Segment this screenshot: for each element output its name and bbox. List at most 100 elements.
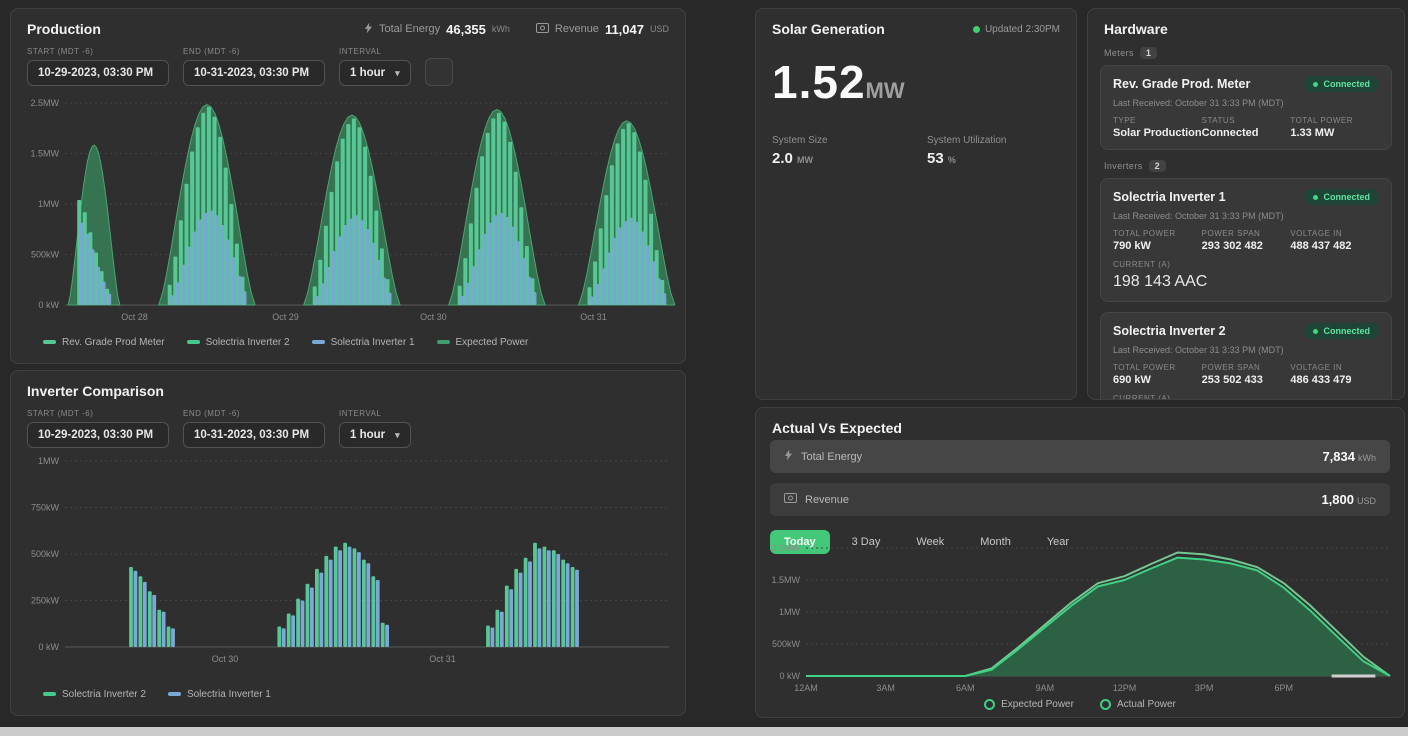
legend-item[interactable]: Rev. Grade Prod Meter [43, 337, 165, 348]
inverter-comparison-chart: 1MW750kW500kW250kW0 kWOct 30Oct 31 [17, 451, 679, 679]
inverter-comparison-legend: Solectria Inverter 2 Solectria Inverter 1 [27, 689, 287, 700]
svg-text:0 kW: 0 kW [38, 300, 59, 310]
legend-marker-icon [187, 340, 200, 344]
row-unit: USD [1357, 496, 1376, 506]
svg-text:500kW: 500kW [772, 639, 801, 649]
svg-text:6AM: 6AM [956, 683, 975, 693]
field-label: VOLTAGE IN [1290, 363, 1379, 372]
field-label: TOTAL POWER [1113, 229, 1202, 238]
field-value: 1.33 MW [1290, 127, 1379, 139]
meters-section-label: Meters 1 [1104, 47, 1388, 59]
interval-label: INTERVAL [339, 47, 411, 56]
summary-row: Revenue 1,800USD [770, 483, 1390, 516]
legend-marker-icon [168, 692, 181, 696]
field-value: Solar Production [1113, 127, 1202, 139]
start-datetime-input[interactable]: 10-29-2023, 03:30 PM [27, 422, 169, 448]
summary-row: Total Energy7,834kWh [770, 440, 1390, 473]
start-datetime-input[interactable]: 10-29-2023, 03:30 PM [27, 60, 169, 86]
svg-text:0 kW: 0 kW [38, 642, 59, 652]
interval-label: INTERVAL [339, 409, 411, 418]
interval-select[interactable]: 1 hour ▾ [339, 422, 411, 448]
system-size-stat: System Size 2.0 MW [772, 135, 927, 167]
field-label: POWER SPAN [1202, 229, 1291, 238]
svg-text:1MW: 1MW [38, 199, 60, 209]
svg-text:6PM: 6PM [1275, 683, 1294, 693]
legend-marker-icon [43, 340, 56, 344]
legend-marker-icon [312, 340, 325, 344]
inverter-comparison-title: Inverter Comparison [27, 383, 164, 399]
device-name: Solectria Inverter 2 [1113, 324, 1226, 338]
svg-text:250kW: 250kW [31, 596, 60, 606]
row-value: 7,834 [1322, 449, 1355, 464]
legend-item[interactable]: Solectria Inverter 2 [187, 337, 290, 348]
field-label: TYPE [1113, 116, 1202, 125]
legend-item[interactable]: Solectria Inverter 2 [43, 689, 146, 700]
solar-generation-title: Solar Generation [772, 21, 885, 37]
metric-unit: USD [650, 24, 669, 34]
status-dot-icon [1313, 329, 1318, 334]
header-metric: Revenue11,047USD [536, 22, 669, 37]
chevron-down-icon: ▾ [395, 68, 400, 79]
metric-unit: kWh [492, 24, 510, 34]
production-header-metrics: Total Energy 46,355 kWh Revenue11,047USD [364, 22, 669, 37]
svg-text:3AM: 3AM [876, 683, 895, 693]
revenue-icon [784, 493, 797, 506]
metric-value: 46,355 [446, 22, 486, 37]
inverter-card[interactable]: Solectria Inverter 2ConnectedLast Receiv… [1100, 312, 1392, 400]
current-generation-unit: MW [866, 78, 905, 103]
end-label: END (MDT -6) [183, 409, 325, 418]
end-datetime-input[interactable]: 10-31-2023, 03:30 PM [183, 60, 325, 86]
legend-item[interactable]: Solectria Inverter 1 [312, 337, 415, 348]
status-badge: Connected [1304, 76, 1379, 92]
current-generation-value: 1.52 [772, 56, 866, 108]
field-label: CURRENT (A) [1113, 260, 1379, 269]
field-value: 488 437 482 [1290, 240, 1379, 252]
svg-text:Oct 29: Oct 29 [272, 312, 299, 322]
inverters-section-label: Inverters 2 [1104, 160, 1388, 172]
inverter-card[interactable]: Solectria Inverter 1ConnectedLast Receiv… [1100, 178, 1392, 302]
legend-item[interactable]: Expected Power [984, 699, 1074, 710]
status-dot-icon [1313, 82, 1318, 87]
last-received: Last Received: October 31 3:33 PM (MDT) [1113, 98, 1379, 108]
production-panel: Production Total Energy 46,355 kWh Revenue1… [10, 8, 686, 364]
actual-vs-expected-legend: Expected Power Actual Power [756, 699, 1404, 710]
row-label: Total Energy [801, 451, 862, 463]
bolt-icon [364, 22, 373, 37]
device-name: Rev. Grade Prod. Meter [1113, 77, 1250, 91]
legend-ring-icon [1100, 699, 1111, 710]
production-chart: 2.5MW1.5MW1MW500kW0 kWOct 28Oct 29Oct 30… [17, 95, 679, 331]
field-value: 253 502 433 [1202, 374, 1291, 386]
svg-text:1.5MW: 1.5MW [30, 149, 59, 159]
svg-text:Oct 31: Oct 31 [580, 312, 607, 322]
svg-text:500kW: 500kW [31, 549, 60, 559]
meter-card[interactable]: Rev. Grade Prod. Meter Connected Last Rece… [1100, 65, 1392, 150]
bottom-strip [0, 727, 1408, 736]
svg-text:0 kW: 0 kW [779, 671, 800, 681]
start-label: START (MDT -6) [27, 409, 169, 418]
svg-text:Oct 31: Oct 31 [429, 654, 456, 664]
metric-label: Total Energy [379, 23, 440, 35]
legend-marker-icon [43, 692, 56, 696]
legend-item[interactable]: Expected Power [437, 337, 529, 348]
apply-range-button[interactable] [425, 58, 453, 86]
field-label: VOLTAGE IN [1290, 229, 1379, 238]
row-value: 1,800 [1321, 492, 1354, 507]
row-label: Revenue [805, 494, 849, 506]
system-utilization-stat: System Utilization 53 % [927, 135, 1006, 167]
field-value: 690 kW [1113, 374, 1202, 386]
actual-vs-expected-panel: Actual Vs Expected Total Energy7,834kWhR… [755, 407, 1405, 718]
inverters-count-badge: 2 [1149, 160, 1166, 172]
legend-item[interactable]: Solectria Inverter 1 [168, 689, 271, 700]
field-label: CURRENT (A) [1113, 394, 1379, 400]
interval-select[interactable]: 1 hour ▾ [339, 60, 411, 86]
status-dot-icon [1313, 195, 1318, 200]
svg-text:12AM: 12AM [794, 683, 818, 693]
legend-item[interactable]: Actual Power [1100, 699, 1176, 710]
legend-marker-icon [437, 340, 450, 344]
end-datetime-input[interactable]: 10-31-2023, 03:30 PM [183, 422, 325, 448]
production-title: Production [27, 21, 101, 37]
hardware-title: Hardware [1104, 21, 1168, 37]
device-name: Solectria Inverter 1 [1113, 190, 1226, 204]
status-badge: Connected [1304, 323, 1379, 339]
field-label: POWER SPAN [1202, 363, 1291, 372]
